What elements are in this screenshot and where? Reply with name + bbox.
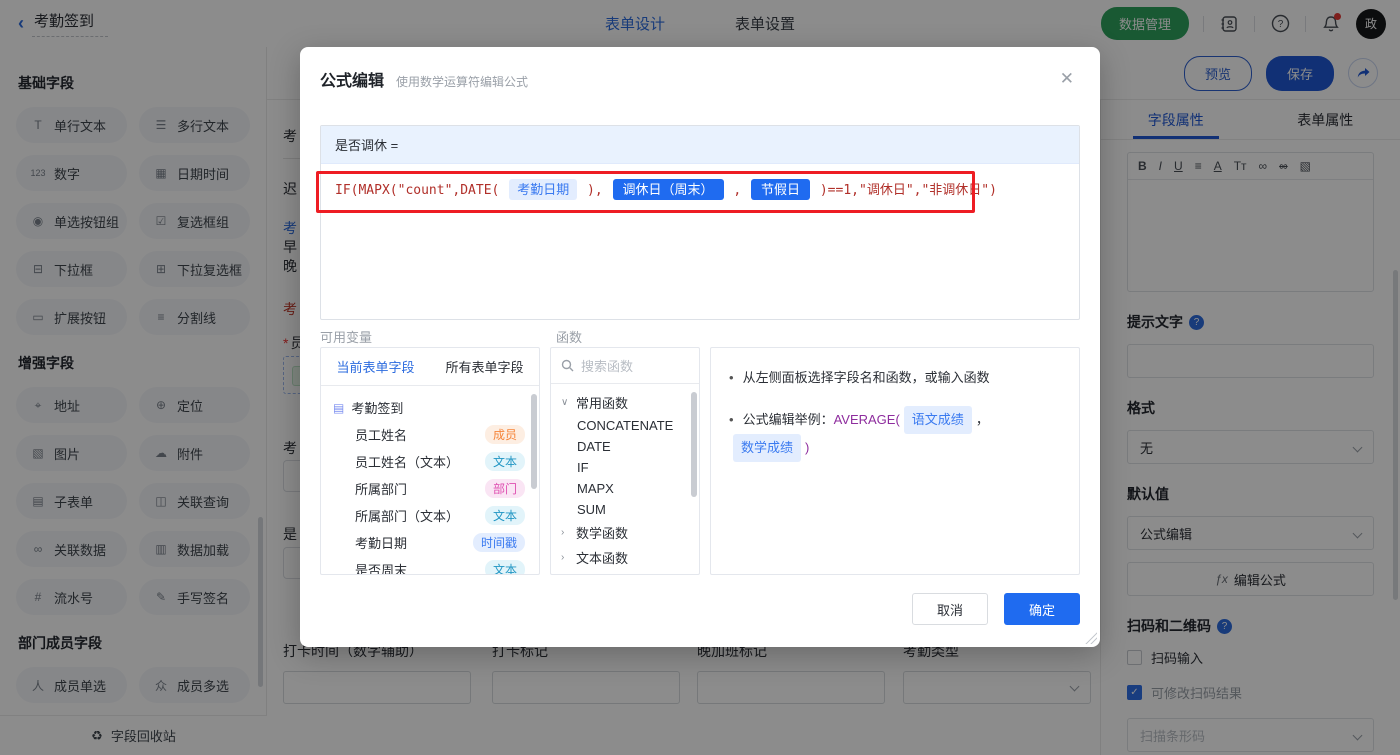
type-badge: 成员 (484, 425, 525, 444)
bullet: • (729, 412, 734, 427)
variables-scrollbar[interactable] (531, 394, 537, 489)
form-doc-icon: ▤ (333, 400, 345, 415)
function-group-math[interactable]: › 数学函数 (551, 520, 699, 545)
hint-line-2: • 公式编辑举例： AVERAGE( 语文成绩 ， 数学成绩 ) (729, 406, 1061, 462)
confirm-button[interactable]: 确定 (1004, 593, 1080, 625)
variables-panel: 当前表单字段 所有表单字段 ▤ 考勤签到 员工姓名 成员 员工姓名（文本） 文本 所属… (320, 347, 540, 575)
variable-row[interactable]: 员工姓名（文本） 文本 (321, 448, 539, 475)
formula-field-pill[interactable]: 调休日（周末） (612, 179, 724, 200)
search-icon (561, 359, 574, 372)
modal-title: 公式编辑 (320, 73, 385, 90)
close-icon[interactable]: ✕ (1060, 69, 1074, 89)
cancel-button[interactable]: 取消 (912, 593, 988, 625)
formula-code: , (725, 183, 750, 198)
function-group-common[interactable]: ∨ 常用函数 (551, 390, 699, 415)
functions-scrollbar[interactable] (691, 392, 697, 497)
formula-field-pill[interactable]: 节假日 (751, 179, 811, 200)
formula-editor-modal: 公式编辑 使用数学运算符编辑公式 ✕ 是否调休 = IF(MAPX("count… (300, 47, 1100, 647)
functions-panel: 搜索函数 ∨ 常用函数 CONCATENATE DATE IF MAPX SUM … (550, 347, 700, 575)
caret-right-icon: › (561, 527, 565, 538)
function-item[interactable]: DATE (551, 436, 699, 457)
type-badge: 文本 (484, 560, 525, 574)
formula-line[interactable]: IF(MAPX("count",DATE( 考勤日期 ), 调休日（周末） , … (321, 164, 1079, 217)
variables-root-form[interactable]: ▤ 考勤签到 (321, 394, 539, 421)
variables-label: 可用变量 (320, 330, 373, 345)
variable-row[interactable]: 员工姓名 成员 (321, 421, 539, 448)
variable-row[interactable]: 所属部门（文本） 文本 (321, 502, 539, 529)
example-function-name: AVERAGE( (833, 412, 900, 427)
caret-down-icon: ∨ (561, 397, 569, 408)
variable-row[interactable]: 所属部门 部门 (321, 475, 539, 502)
modal-resize-handle[interactable] (1085, 632, 1097, 644)
function-item[interactable]: MAPX (551, 478, 699, 499)
example-field-pill: 语文成绩 (903, 406, 972, 434)
formula-result-label: 是否调休 = (321, 126, 1079, 164)
caret-right-icon: › (561, 552, 565, 563)
tab-all-form-fields[interactable]: 所有表单字段 (430, 348, 539, 385)
function-group-text[interactable]: › 文本函数 (551, 545, 699, 570)
functions-label: 函数 (556, 330, 583, 345)
root-form-name: 考勤签到 (351, 401, 404, 416)
variable-row[interactable]: 考勤日期 时间戳 (321, 529, 539, 556)
type-badge: 文本 (484, 506, 525, 525)
type-badge: 部门 (484, 479, 525, 498)
modal-subtitle: 使用数学运算符编辑公式 (396, 75, 529, 89)
type-badge: 文本 (484, 452, 525, 471)
type-badge: 时间戳 (472, 533, 525, 552)
formula-code: IF(MAPX("count",DATE( (335, 183, 508, 198)
formula-code: ), (579, 183, 611, 198)
example-function-close: ) (805, 440, 810, 455)
formula-editor-box[interactable]: 是否调休 = IF(MAPX("count",DATE( 考勤日期 ), 调休日… (320, 125, 1080, 320)
function-item[interactable]: IF (551, 457, 699, 478)
example-field-pill: 数学成绩 (733, 434, 802, 462)
hint-line-1: 从左侧面板选择字段名和函数，或输入函数 (742, 370, 990, 385)
bullet: • (729, 370, 734, 385)
formula-field-pill[interactable]: 考勤日期 (509, 179, 578, 200)
function-item[interactable]: CONCATENATE (551, 415, 699, 436)
formula-code: )==1,"调休日","非调休日") (812, 183, 997, 198)
search-placeholder: 搜索函数 (581, 359, 634, 374)
variable-row[interactable]: 是否周末 文本 (321, 556, 539, 574)
function-item[interactable]: SUM (551, 499, 699, 520)
tab-current-form-fields[interactable]: 当前表单字段 (321, 348, 430, 385)
function-search[interactable]: 搜索函数 (551, 348, 699, 384)
formula-help-panel: • 从左侧面板选择字段名和函数，或输入函数 • 公式编辑举例： AVERAGE( … (710, 347, 1080, 575)
